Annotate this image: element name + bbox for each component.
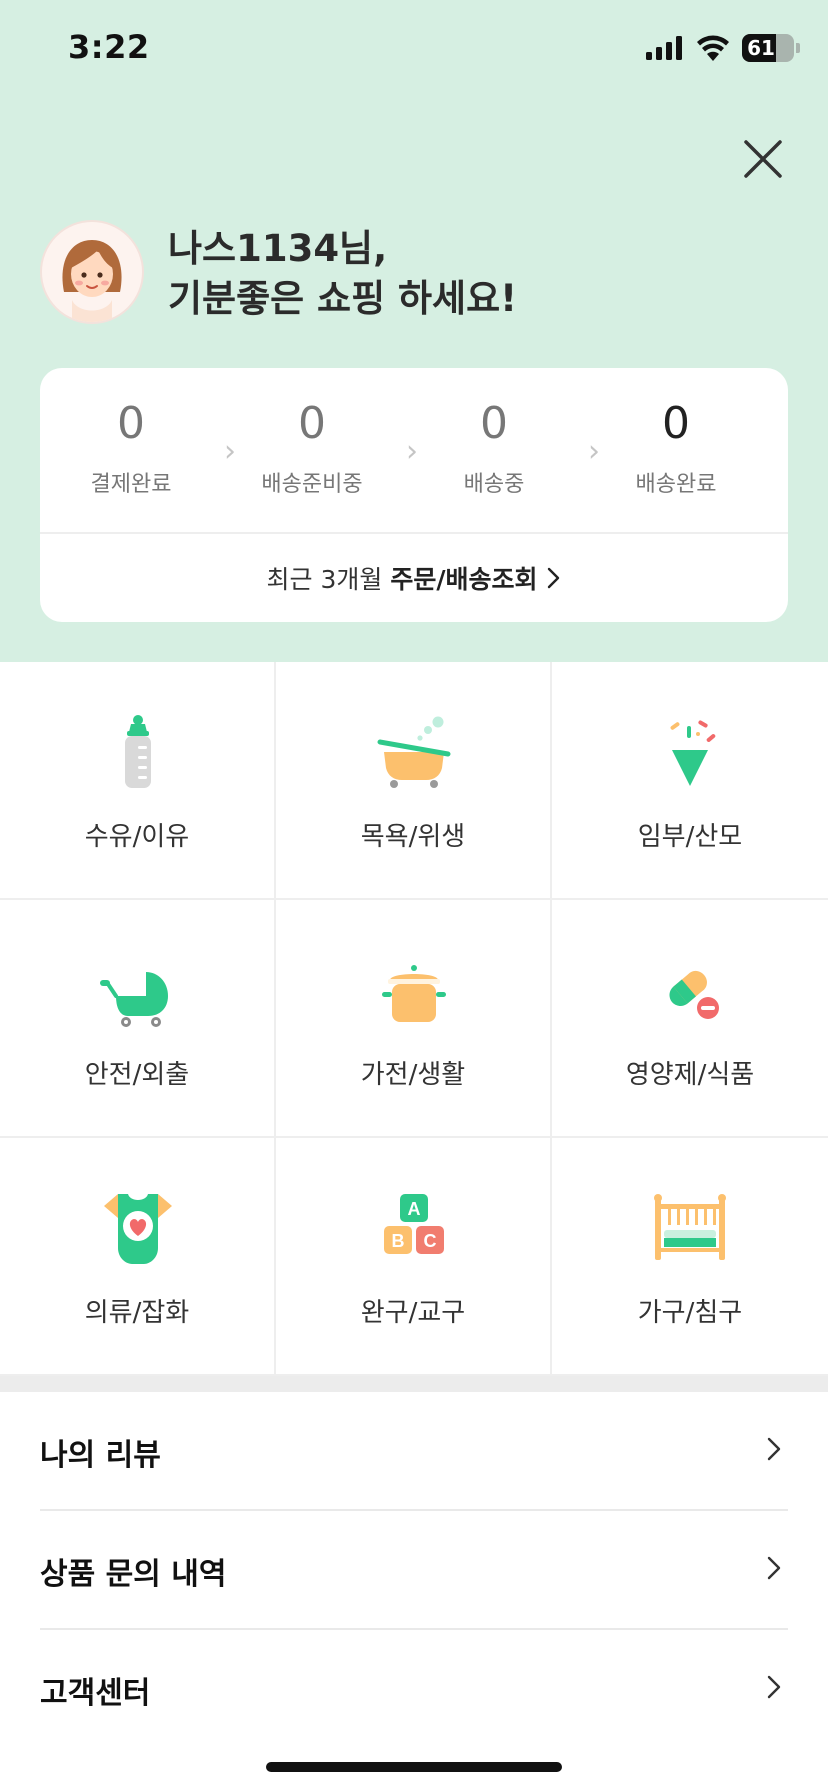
category-appliances[interactable]: 가전/생활: [276, 900, 552, 1138]
step-count: 0: [480, 398, 508, 449]
home-indicator[interactable]: [266, 1762, 562, 1772]
category-clothing[interactable]: 의류/잡화: [0, 1138, 276, 1376]
greeting: 나스1134님, 기분좋은 쇼핑 하세요!: [168, 224, 517, 324]
cellular-signal-icon: [646, 36, 682, 60]
avatar-face-icon: [62, 240, 122, 322]
step-count: 0: [298, 398, 326, 449]
category-label: 수유/이유: [84, 822, 190, 852]
menu-label: 고객센터: [40, 1676, 151, 1711]
stroller-icon: [100, 972, 168, 1027]
category-label: 완구/교구: [360, 1298, 466, 1328]
step-label: 배송준비중: [261, 472, 363, 497]
bathtub-icon: [377, 716, 451, 788]
step-label: 배송중: [463, 472, 525, 497]
menu-item-product-inquiries[interactable]: 상품 문의 내역: [40, 1511, 788, 1630]
battery-icon: 61: [742, 34, 800, 62]
step-count: 0: [117, 398, 145, 449]
menu-item-customer-center[interactable]: 고객센터: [40, 1630, 788, 1749]
category-outdoor[interactable]: 안전/외출: [0, 900, 276, 1138]
battery-level: 61: [747, 36, 775, 60]
status-time: 3:22: [68, 28, 150, 66]
order-status-card: 0 결제완료 › 0 배송준비중 › 0 배송중 › 0 배송완료 최근 3개월…: [40, 368, 788, 622]
abc-blocks-icon: A B C: [384, 1194, 444, 1254]
wifi-icon: [697, 35, 729, 61]
menu-list: 나의 리뷰 상품 문의 내역 고객센터: [40, 1392, 788, 1749]
step-count: 0: [662, 398, 690, 449]
step-preparing[interactable]: 0 배송준비중: [222, 396, 402, 498]
block-letter-a: A: [408, 1199, 421, 1219]
close-icon[interactable]: [742, 138, 784, 180]
chevron-right-icon: [767, 1437, 781, 1461]
confetti-icon: [670, 720, 716, 786]
category-label: 가구/침구: [637, 1298, 743, 1328]
order-link-prefix: 최근 3개월: [266, 565, 383, 594]
block-letter-c: C: [424, 1231, 437, 1251]
avatar: [40, 220, 144, 324]
menu-label: 나의 리뷰: [40, 1438, 161, 1473]
menu-item-my-reviews[interactable]: 나의 리뷰: [40, 1392, 788, 1511]
category-label: 영양제/식품: [625, 1060, 755, 1090]
menu-label: 상품 문의 내역: [40, 1557, 227, 1592]
order-link-title: 주문/배송조회: [390, 565, 538, 594]
pot-icon: [382, 965, 446, 1022]
category-maternity[interactable]: 임부/산모: [552, 662, 828, 900]
onesie-icon: [104, 1194, 172, 1264]
order-steps: 0 결제완료 › 0 배송준비중 › 0 배송중 › 0 배송완료: [40, 368, 788, 532]
header-area: 3:22 61 나스1134님, 기분좋은 쇼핑 하세요! 0 결제완료 › 0…: [0, 0, 828, 662]
chevron-right-icon: [767, 1675, 781, 1699]
step-delivered[interactable]: 0 배송완료: [586, 396, 766, 498]
chevron-right-icon: [547, 567, 559, 589]
greeting-name: 나스1134님,: [168, 227, 388, 270]
category-bath[interactable]: 목욕/위생: [276, 662, 552, 900]
category-furniture[interactable]: 가구/침구: [552, 1138, 828, 1376]
step-label: 배송완료: [635, 472, 717, 497]
category-label: 임부/산모: [637, 822, 743, 852]
status-icons: 61: [646, 32, 800, 64]
greeting-message: 기분좋은 쇼핑 하세요!: [168, 277, 517, 320]
pill-icon: [669, 970, 722, 1022]
category-label: 목욕/위생: [360, 822, 466, 852]
category-feeding[interactable]: 수유/이유: [0, 662, 276, 900]
chevron-right-icon: [767, 1556, 781, 1580]
category-label: 의류/잡화: [84, 1298, 190, 1328]
category-supplements[interactable]: 영양제/식품: [552, 900, 828, 1138]
step-shipping[interactable]: 0 배송중: [404, 396, 584, 498]
order-tracking-link[interactable]: 최근 3개월 주문/배송조회: [40, 534, 788, 622]
step-label: 결제완료: [90, 472, 172, 497]
category-label: 안전/외출: [84, 1060, 190, 1090]
step-paid[interactable]: 0 결제완료: [41, 396, 221, 498]
section-divider: [0, 1376, 828, 1392]
category-toys[interactable]: A B C 완구/교구: [276, 1138, 552, 1376]
block-letter-b: B: [392, 1231, 405, 1251]
baby-bottle-icon: [125, 715, 151, 788]
crib-icon: [654, 1194, 726, 1260]
category-grid: 수유/이유 목욕/위생 임부/산모 안전/외출 가전/생활 영양제/식품 의류/…: [0, 662, 828, 1376]
category-label: 가전/생활: [360, 1060, 466, 1090]
